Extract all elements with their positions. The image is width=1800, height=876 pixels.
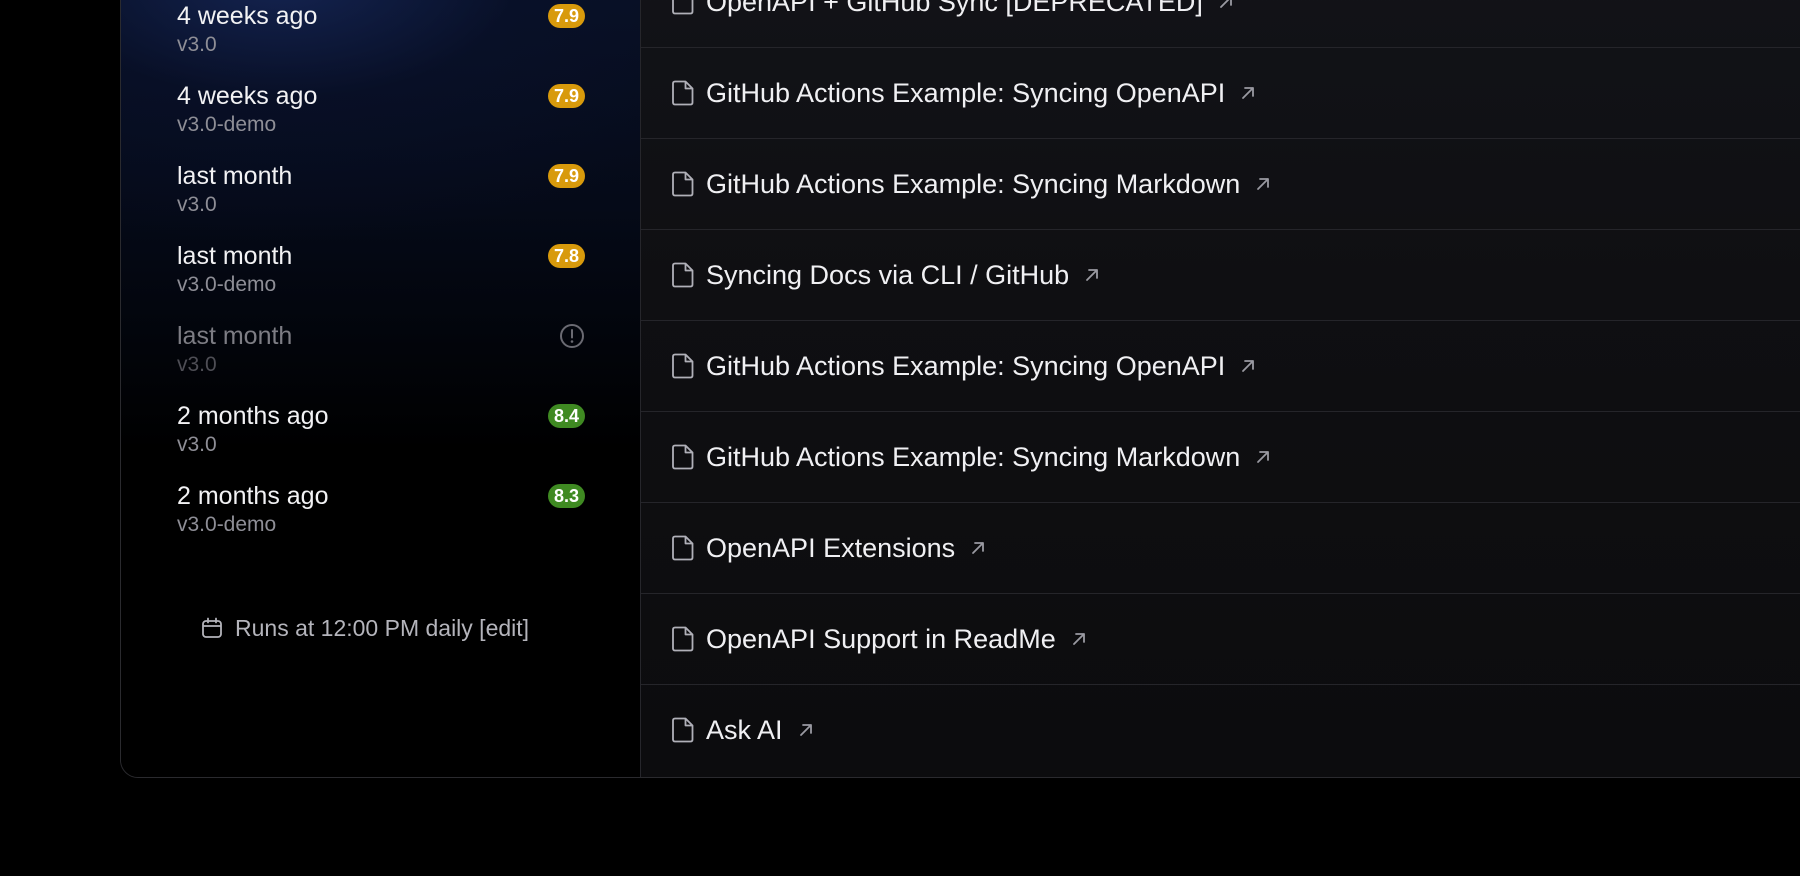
file-icon [672, 0, 694, 15]
external-link-icon [1257, 451, 1270, 463]
doc-link[interactable]: Syncing Docs via CLI / GitHub [641, 230, 1800, 321]
score-badge: 8.4 [547, 404, 585, 428]
doc-title: GitHub Actions Example: Syncing Markdown [706, 168, 1241, 199]
run-item[interactable]: 4 weeks ago v3.0-demo 7.9 [177, 81, 585, 145]
run-item-failed[interactable]: last month v3.0 [177, 321, 585, 385]
run-item[interactable]: last month v3.0-demo 7.8 [177, 241, 585, 305]
doc-title: GitHub Actions Example: Syncing OpenAPI [706, 350, 1226, 381]
external-link-icon [1242, 87, 1255, 99]
file-icon [672, 353, 694, 379]
external-link-icon [972, 542, 985, 554]
external-link-icon [799, 724, 812, 736]
doc-link[interactable]: OpenAPI + GitHub Sync [DEPRECATED] [641, 0, 1800, 48]
run-item[interactable]: last month v3.0 7.9 [177, 161, 585, 225]
run-item[interactable]: 2 months ago v3.0-demo 8.3 [177, 481, 585, 545]
run-branch: v3.0 [177, 353, 217, 376]
doc-title: GitHub Actions Example: Syncing OpenAPI [706, 77, 1226, 108]
calendar-icon [202, 617, 222, 638]
file-icon [672, 717, 694, 743]
runs-panel: 4 weeks ago v3.0 7.9 4 weeks ago v3.0-de… [121, 0, 641, 777]
file-icon [672, 262, 694, 288]
schedule-edit-link[interactable]: Runs at 12:00 PM daily [edit] [201, 613, 529, 643]
run-time: 4 weeks ago [177, 2, 318, 30]
run-item[interactable]: 2 months ago v3.0 8.4 [177, 401, 585, 465]
doc-link[interactable]: Ask AI [641, 685, 1800, 775]
doc-title: OpenAPI Support in ReadMe [706, 623, 1056, 654]
external-link-icon [1086, 269, 1099, 281]
run-time: last month [177, 242, 293, 270]
external-link-icon [1220, 0, 1232, 8]
run-item[interactable]: 4 weeks ago v3.0 7.9 [177, 1, 585, 65]
external-link-icon [1242, 360, 1255, 372]
doc-link[interactable]: OpenAPI Extensions [641, 503, 1800, 594]
run-time: 2 months ago [177, 482, 329, 510]
doc-link[interactable]: GitHub Actions Example: Syncing Markdown [641, 139, 1800, 230]
run-branch: v3.0-demo [177, 273, 277, 296]
run-branch: v3.0 [177, 193, 217, 216]
run-branch: v3.0 [177, 433, 217, 456]
file-icon [672, 171, 694, 197]
score-badge: 8.3 [547, 484, 585, 508]
score-badge: 7.9 [547, 84, 585, 108]
error-icon [560, 324, 584, 348]
file-icon [672, 626, 694, 652]
run-branch: v3.0 [177, 33, 217, 56]
external-link-icon [1257, 178, 1270, 190]
run-branch: v3.0-demo [177, 113, 277, 136]
run-time: 2 months ago [177, 402, 329, 430]
run-time: last month [177, 162, 293, 190]
doc-title: OpenAPI Extensions [706, 532, 956, 563]
score-badge: 7.9 [547, 164, 585, 188]
doc-title: OpenAPI + GitHub Sync [DEPRECATED] [706, 0, 1203, 17]
app-window: 4 weeks ago v3.0 7.9 4 weeks ago v3.0-de… [120, 0, 1800, 778]
run-branch: v3.0-demo [177, 513, 277, 536]
file-icon [672, 535, 694, 561]
run-time: last month [177, 322, 293, 350]
score-badge: 7.8 [547, 244, 585, 268]
external-link-icon [1072, 633, 1085, 645]
run-time: 4 weeks ago [177, 82, 318, 110]
doc-title: Ask AI [706, 714, 783, 745]
file-icon [672, 80, 694, 106]
doc-link[interactable]: GitHub Actions Example: Syncing Markdown [641, 412, 1800, 503]
docs-list: OpenAPI + GitHub Sync [DEPRECATED] GitHu… [641, 0, 1800, 777]
file-icon [672, 444, 694, 470]
schedule-text: Runs at 12:00 PM daily [edit] [235, 614, 530, 641]
doc-title: Syncing Docs via CLI / GitHub [706, 259, 1070, 290]
doc-link[interactable]: GitHub Actions Example: Syncing OpenAPI [641, 48, 1800, 139]
score-badge: 7.9 [547, 4, 585, 28]
doc-link[interactable]: OpenAPI Support in ReadMe [641, 594, 1800, 685]
doc-title: GitHub Actions Example: Syncing Markdown [706, 441, 1241, 472]
doc-link[interactable]: GitHub Actions Example: Syncing OpenAPI [641, 321, 1800, 412]
